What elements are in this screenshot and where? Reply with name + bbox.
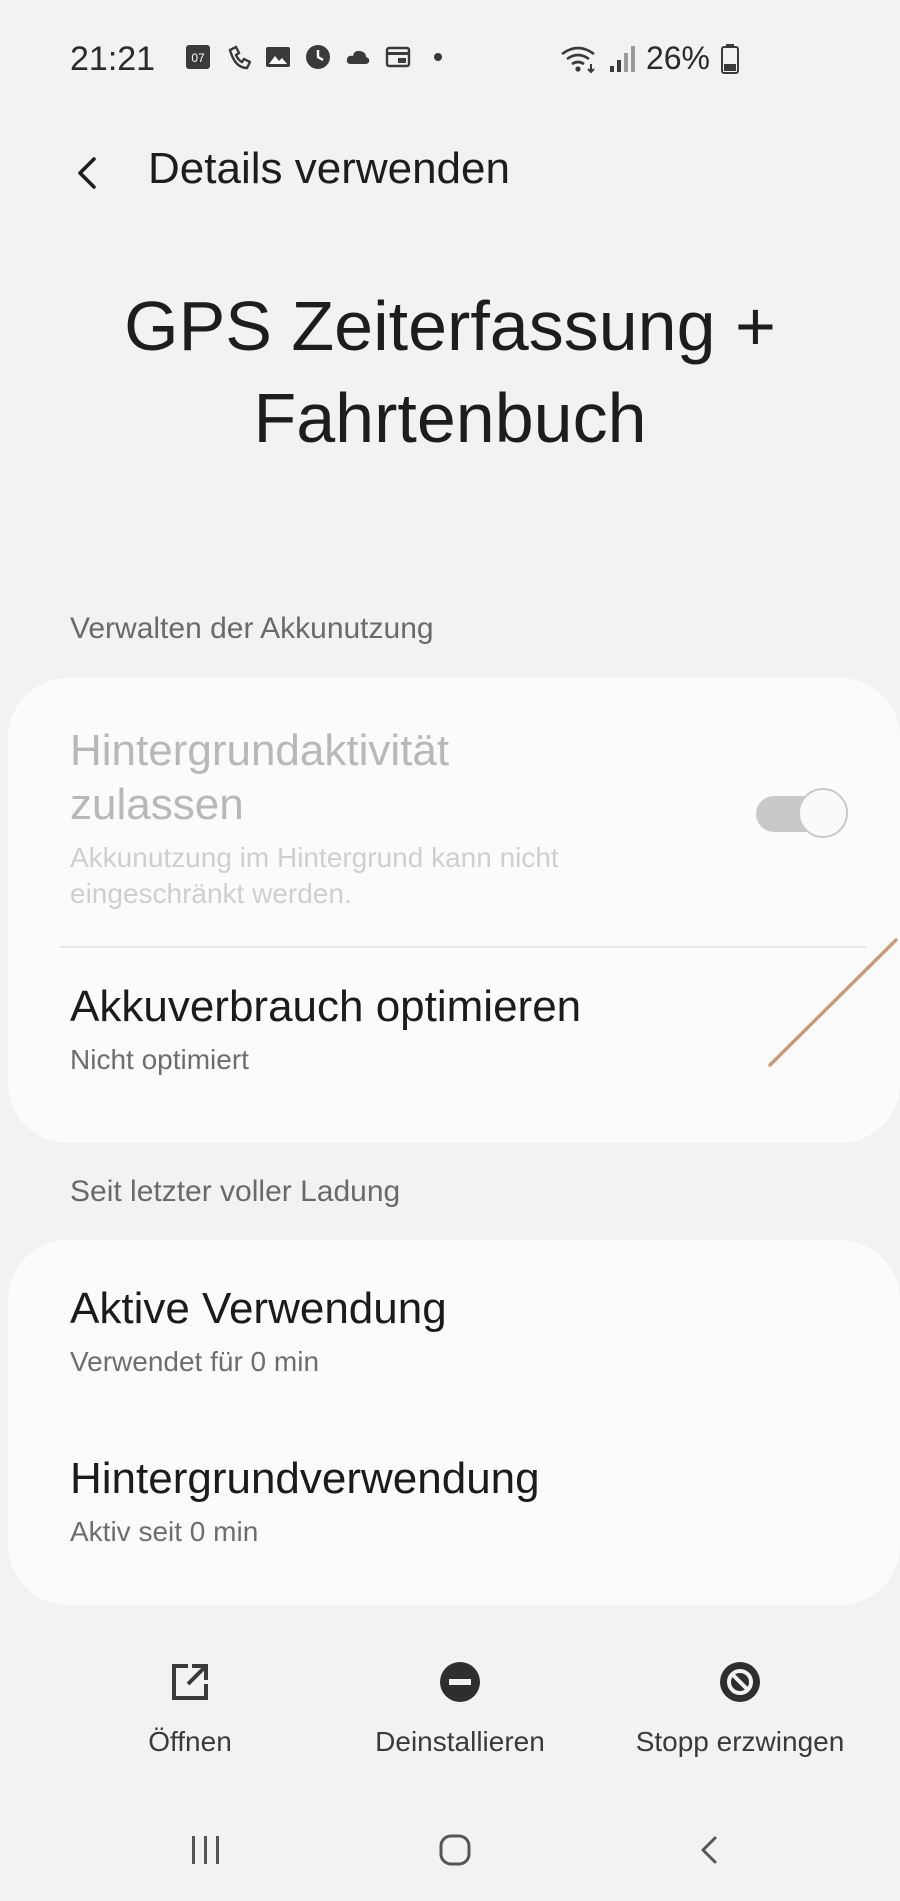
background-activity-row: Hintergrundaktivität zulassen Akkunutzun… — [70, 724, 730, 912]
home-button[interactable] — [425, 1822, 485, 1878]
app-name-line2: Fahrtenbuch — [253, 379, 647, 457]
uninstall-button[interactable]: Deinstallieren — [350, 1660, 570, 1758]
wifi-icon — [561, 46, 595, 73]
recents-icon — [192, 1836, 219, 1864]
app-bar: Details verwenden — [0, 130, 900, 220]
calendar-badge-icon: 07 — [186, 45, 210, 69]
status-bar: 21:21 07 26% — [0, 0, 900, 130]
open-external-icon — [168, 1660, 212, 1704]
background-usage-subtitle: Aktiv seit 0 min — [70, 1516, 259, 1547]
background-usage-title: Hintergrundverwendung — [70, 1454, 540, 1503]
recents-button[interactable] — [176, 1822, 236, 1878]
svg-text:07: 07 — [191, 51, 205, 65]
uninstall-label: Deinstallieren — [375, 1726, 545, 1757]
page-title: Details verwenden — [148, 144, 510, 193]
app-actions-bar: Öffnen Deinstallieren Stopp erzwingen — [0, 1660, 900, 1780]
force-stop-label: Stopp erzwingen — [635, 1726, 845, 1757]
back-button[interactable] — [62, 148, 112, 198]
background-activity-toggle[interactable] — [756, 788, 848, 840]
chevron-left-icon — [78, 157, 96, 189]
background-activity-subtitle: Akkunutzung im Hintergrund kann nicht ei… — [70, 842, 559, 909]
call-icon — [228, 45, 251, 70]
force-stop-button[interactable]: Stopp erzwingen — [620, 1660, 860, 1758]
active-usage-row[interactable]: Aktive Verwendung Verwendet für 0 min — [70, 1282, 830, 1380]
section-label-usage: Seit letzter voller Ladung — [70, 1175, 401, 1208]
app-name-line1: GPS Zeiterfassung + — [124, 287, 776, 365]
status-time: 21:21 — [70, 40, 156, 78]
active-usage-title: Aktive Verwendung — [70, 1284, 447, 1333]
image-icon — [266, 47, 290, 67]
background-usage-row[interactable]: Hintergrundverwendung Aktiv seit 0 min — [70, 1452, 830, 1550]
usage-card: Aktive Verwendung Verwendet für 0 min Hi… — [8, 1240, 900, 1605]
open-button[interactable]: Öffnen — [130, 1660, 250, 1758]
divider — [60, 946, 866, 948]
status-notification-icons: 07 — [185, 44, 451, 70]
battery-icon — [721, 43, 739, 74]
signal-icon — [609, 45, 635, 72]
app-name: GPS Zeiterfassung + Fahrtenbuch — [0, 280, 900, 464]
open-label: Öffnen — [148, 1726, 232, 1757]
card-icon — [385, 46, 411, 68]
status-system-icons: 26% — [560, 40, 740, 77]
cloud-icon — [346, 50, 370, 64]
navigation-bar — [0, 1800, 900, 1901]
optimize-battery-subtitle: Nicht optimiert — [70, 1044, 249, 1075]
home-icon — [439, 1834, 471, 1866]
nav-back-button[interactable] — [680, 1822, 740, 1878]
pen-stroke-mark — [768, 938, 898, 1067]
optimize-battery-title: Akkuverbrauch optimieren — [70, 982, 582, 1031]
minus-circle-icon — [438, 1660, 482, 1704]
clock-icon — [306, 45, 330, 69]
nav-back-icon — [701, 1836, 717, 1864]
battery-percent: 26% — [645, 40, 710, 76]
block-icon — [718, 1660, 762, 1704]
active-usage-subtitle: Verwendet für 0 min — [70, 1346, 320, 1377]
dot-icon — [434, 53, 442, 61]
optimize-battery-row[interactable]: Akkuverbrauch optimieren Nicht optimiert — [70, 980, 770, 1078]
section-label-battery: Verwalten der Akkunutzung — [70, 612, 434, 645]
background-activity-title: Hintergrundaktivität zulassen — [70, 726, 450, 829]
